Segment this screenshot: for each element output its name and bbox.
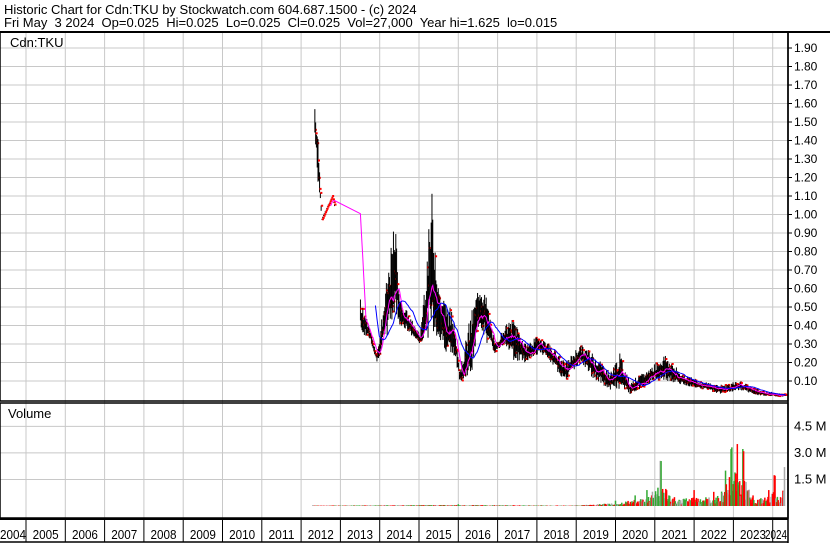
year-label: 2019: [583, 527, 609, 542]
price-tick-label: 0.30: [794, 337, 818, 351]
year-label: 2020: [622, 527, 648, 542]
volume-tick-label: 3.0 M: [794, 445, 827, 460]
price-tick-label: 0.20: [794, 356, 818, 370]
price-tick-label: 1.00: [794, 208, 818, 222]
price-tick-label: 1.30: [794, 152, 818, 166]
price-tick-label: 1.10: [794, 189, 818, 203]
price-tick-label: 1.60: [794, 97, 818, 111]
year-label: 2024: [765, 527, 787, 542]
year-label: 2014: [386, 527, 412, 542]
year-label: 2016: [465, 527, 491, 542]
year-label: 2009: [190, 527, 216, 542]
price-panel-border: [0, 31, 789, 402]
year-label: 2007: [111, 527, 137, 542]
year-label: 2015: [426, 527, 452, 542]
year-label: 2022: [701, 527, 727, 542]
price-tick-label: 1.20: [794, 171, 818, 185]
price-volume-chart: 2004 2005 2006 2007 2008 2009 2010 2011 2012 2013…: [0, 31, 830, 543]
year-label: 2017: [504, 527, 530, 542]
price-tick-label: 0.50: [794, 300, 818, 314]
price-tick-label: 0.60: [794, 282, 818, 296]
price-tick-label: 1.40: [794, 134, 818, 148]
year-label: 2005: [33, 527, 59, 542]
price-tick-label: 0.40: [794, 319, 818, 333]
year-label: 2010: [229, 527, 255, 542]
price-tick-label: 1.50: [794, 115, 818, 129]
price-tick-label: 1.70: [794, 78, 818, 92]
volume-tick-label: 4.5 M: [794, 418, 827, 433]
chart-frame: [0, 31, 830, 543]
year-label: 2018: [544, 527, 570, 542]
year-label: 2011: [268, 527, 294, 542]
price-tick-label: 0.90: [794, 226, 818, 240]
year-label: 2023: [740, 527, 766, 542]
symbol-label: Cdn:TKU: [10, 35, 63, 50]
axis-labels: 2004 2005 2006 2007 2008 2009 2010 2011 2012 2013…: [0, 41, 827, 542]
year-label: 2004: [0, 527, 26, 542]
price-tick-label: 1.90: [794, 41, 818, 55]
year-label: 2006: [72, 527, 98, 542]
price-tick-label: 1.80: [794, 60, 818, 74]
volume-panel-label: Volume: [8, 406, 51, 421]
price-tick-label: 0.10: [794, 374, 818, 388]
year-label: 2008: [151, 527, 177, 542]
year-label: 2012: [308, 527, 334, 542]
volume-tick-label: 1.5 M: [794, 471, 827, 486]
year-label: 2021: [661, 527, 687, 542]
price-tick-label: 0.80: [794, 245, 818, 259]
year-label: 2013: [347, 527, 373, 542]
price-tick-label: 0.70: [794, 263, 818, 277]
